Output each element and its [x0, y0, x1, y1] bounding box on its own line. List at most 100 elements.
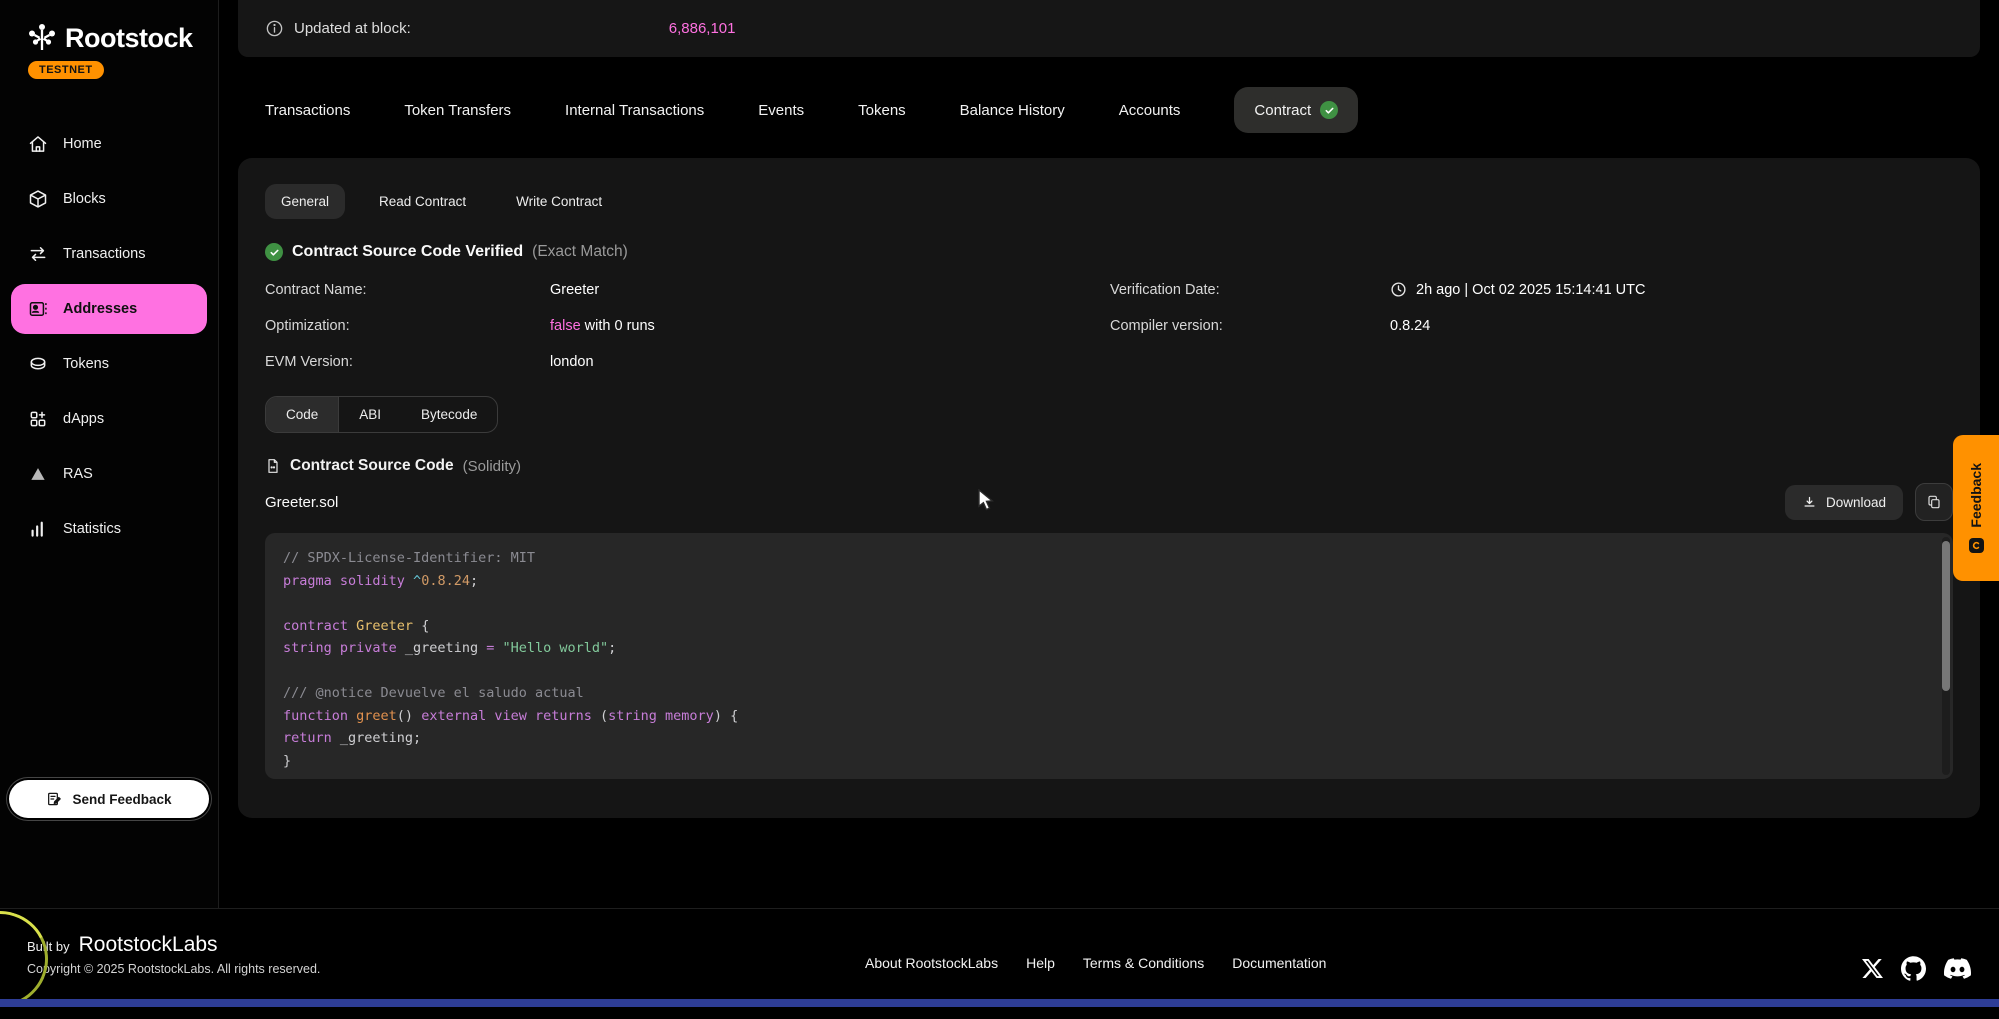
contract-panel: General Read Contract Write Contract Con…: [238, 158, 1980, 818]
download-button[interactable]: Download: [1785, 485, 1903, 520]
source-code-title: Contract Source Code: [290, 457, 454, 475]
sidebar-item-label: Addresses: [63, 301, 137, 317]
file-row: Greeter.sol Download: [265, 483, 1953, 521]
bar-chart-icon: [28, 519, 48, 539]
verified-check-icon: [1320, 101, 1338, 119]
rootstocklabs-wordmark[interactable]: RootstockLabs: [79, 933, 218, 957]
sidebar-item-statistics[interactable]: Statistics: [11, 504, 207, 554]
tab-contract[interactable]: Contract: [1234, 87, 1358, 133]
contract-name-value: Greeter: [550, 282, 1110, 298]
tab-token-transfers[interactable]: Token Transfers: [404, 102, 511, 119]
footer-social: [1862, 955, 1971, 982]
feedback-tab-label: Feedback: [1968, 463, 1984, 528]
sidebar-item-transactions[interactable]: Transactions: [11, 229, 207, 279]
tab-balance-history[interactable]: Balance History: [960, 102, 1065, 119]
tab-tokens[interactable]: Tokens: [858, 102, 906, 119]
evm-version-value: london: [550, 354, 1110, 370]
brand-name: Rootstock: [65, 23, 193, 54]
sidebar-item-blocks[interactable]: Blocks: [11, 174, 207, 224]
dapps-grid-icon: [28, 409, 48, 429]
compiler-version-label: Compiler version:: [1110, 318, 1390, 334]
sidebar-item-addresses[interactable]: Addresses: [11, 284, 207, 334]
clock-icon: [1390, 281, 1407, 298]
send-feedback-label: Send Feedback: [72, 792, 171, 807]
sidebar-item-tokens[interactable]: Tokens: [11, 339, 207, 389]
swap-arrows-icon: [28, 244, 48, 264]
brand-logo[interactable]: Rootstock TESTNET: [0, 0, 218, 79]
sidebar-nav: Home Blocks Transactions Addresses Token…: [0, 119, 218, 554]
sidebar-item-ras[interactable]: RAS: [11, 449, 207, 499]
segment-code[interactable]: Code: [266, 397, 339, 432]
info-icon: [265, 19, 284, 38]
source-code-header: Contract Source Code (Solidity): [265, 457, 1953, 475]
feedback-logo-icon: [1969, 538, 1984, 553]
subtab-general[interactable]: General: [265, 184, 345, 219]
x-icon[interactable]: [1862, 958, 1883, 979]
sidebar-item-label: Statistics: [63, 521, 121, 537]
subtab-read-contract[interactable]: Read Contract: [363, 184, 482, 219]
copy-button[interactable]: [1915, 483, 1953, 521]
source-file-name: Greeter.sol: [265, 494, 338, 511]
home-icon: [28, 134, 48, 154]
built-by-text: Built by: [27, 939, 70, 954]
verified-check-icon: [265, 243, 283, 261]
source-code-viewer[interactable]: // SPDX-License-Identifier: MITpragma so…: [265, 533, 1953, 779]
verified-title: Contract Source Code Verified: [292, 243, 523, 261]
file-icon: [265, 458, 281, 474]
segment-bytecode[interactable]: Bytecode: [401, 397, 497, 432]
evm-version-label: EVM Version:: [265, 354, 550, 370]
sidebar-item-dapps[interactable]: dApps: [11, 394, 207, 444]
tab-events[interactable]: Events: [758, 102, 804, 119]
cube-icon: [28, 189, 48, 209]
code-scrollbar[interactable]: [1942, 537, 1950, 775]
link-about-rootstocklabs[interactable]: About RootstockLabs: [865, 955, 998, 971]
verification-date-label: Verification Date:: [1110, 282, 1390, 298]
updated-block-bar: Updated at block: 6,886,101: [238, 0, 1980, 57]
sidebar: Rootstock TESTNET Home Blocks Transactio…: [0, 0, 219, 908]
contract-subtabs: General Read Contract Write Contract: [265, 184, 1953, 219]
optimization-label: Optimization:: [265, 318, 550, 334]
updated-label: Updated at block:: [294, 20, 411, 37]
triangle-icon: [28, 464, 48, 484]
contract-name-label: Contract Name:: [265, 282, 550, 298]
feedback-side-tab[interactable]: Feedback: [1953, 435, 1999, 581]
footer-links: About RootstockLabs Help Terms & Conditi…: [865, 955, 1326, 971]
feedback-pencil-icon: [46, 791, 62, 807]
verified-row: Contract Source Code Verified (Exact Mat…: [265, 243, 1953, 261]
sidebar-item-home[interactable]: Home: [11, 119, 207, 169]
contract-details: Contract Name: Greeter Verification Date…: [265, 281, 1953, 370]
sidebar-item-label: Tokens: [63, 356, 109, 372]
download-icon: [1802, 495, 1817, 510]
sidebar-item-label: Home: [63, 136, 102, 152]
tab-transactions[interactable]: Transactions: [265, 102, 350, 119]
subtab-write-contract[interactable]: Write Contract: [500, 184, 618, 219]
coin-icon: [28, 354, 48, 374]
segment-abi[interactable]: ABI: [339, 397, 401, 432]
copy-icon: [1926, 494, 1942, 510]
sidebar-item-label: RAS: [63, 466, 93, 482]
source-code-lang: (Solidity): [463, 458, 521, 475]
discord-icon[interactable]: [1944, 955, 1971, 982]
verified-note: (Exact Match): [532, 243, 628, 261]
link-terms-conditions[interactable]: Terms & Conditions: [1083, 955, 1204, 971]
github-icon[interactable]: [1901, 956, 1926, 981]
tab-internal-transactions[interactable]: Internal Transactions: [565, 102, 704, 119]
verification-date-value: 2h ago | Oct 02 2025 15:14:41 UTC: [1390, 281, 1953, 298]
code-scrollbar-thumb[interactable]: [1942, 541, 1950, 691]
copyright-text: Copyright © 2025 RootstockLabs. All righ…: [27, 962, 320, 976]
source-code-lines: // SPDX-License-Identifier: MITpragma so…: [283, 547, 1935, 772]
footer: Built by RootstockLabs Copyright © 2025 …: [0, 908, 1999, 999]
testnet-badge: TESTNET: [28, 61, 104, 79]
link-help[interactable]: Help: [1026, 955, 1055, 971]
compiler-version-value: 0.8.24: [1390, 318, 1953, 334]
link-documentation[interactable]: Documentation: [1232, 955, 1326, 971]
send-feedback-button[interactable]: Send Feedback: [9, 780, 209, 818]
sidebar-item-label: dApps: [63, 411, 104, 427]
main-content: Updated at block: 6,886,101 Transactions…: [219, 0, 1999, 908]
tab-accounts[interactable]: Accounts: [1119, 102, 1181, 119]
sidebar-item-label: Blocks: [63, 191, 106, 207]
tab-contract-label: Contract: [1254, 102, 1311, 119]
block-number-link[interactable]: 6,886,101: [669, 20, 736, 37]
sidebar-item-label: Transactions: [63, 246, 145, 262]
download-label: Download: [1826, 495, 1886, 510]
